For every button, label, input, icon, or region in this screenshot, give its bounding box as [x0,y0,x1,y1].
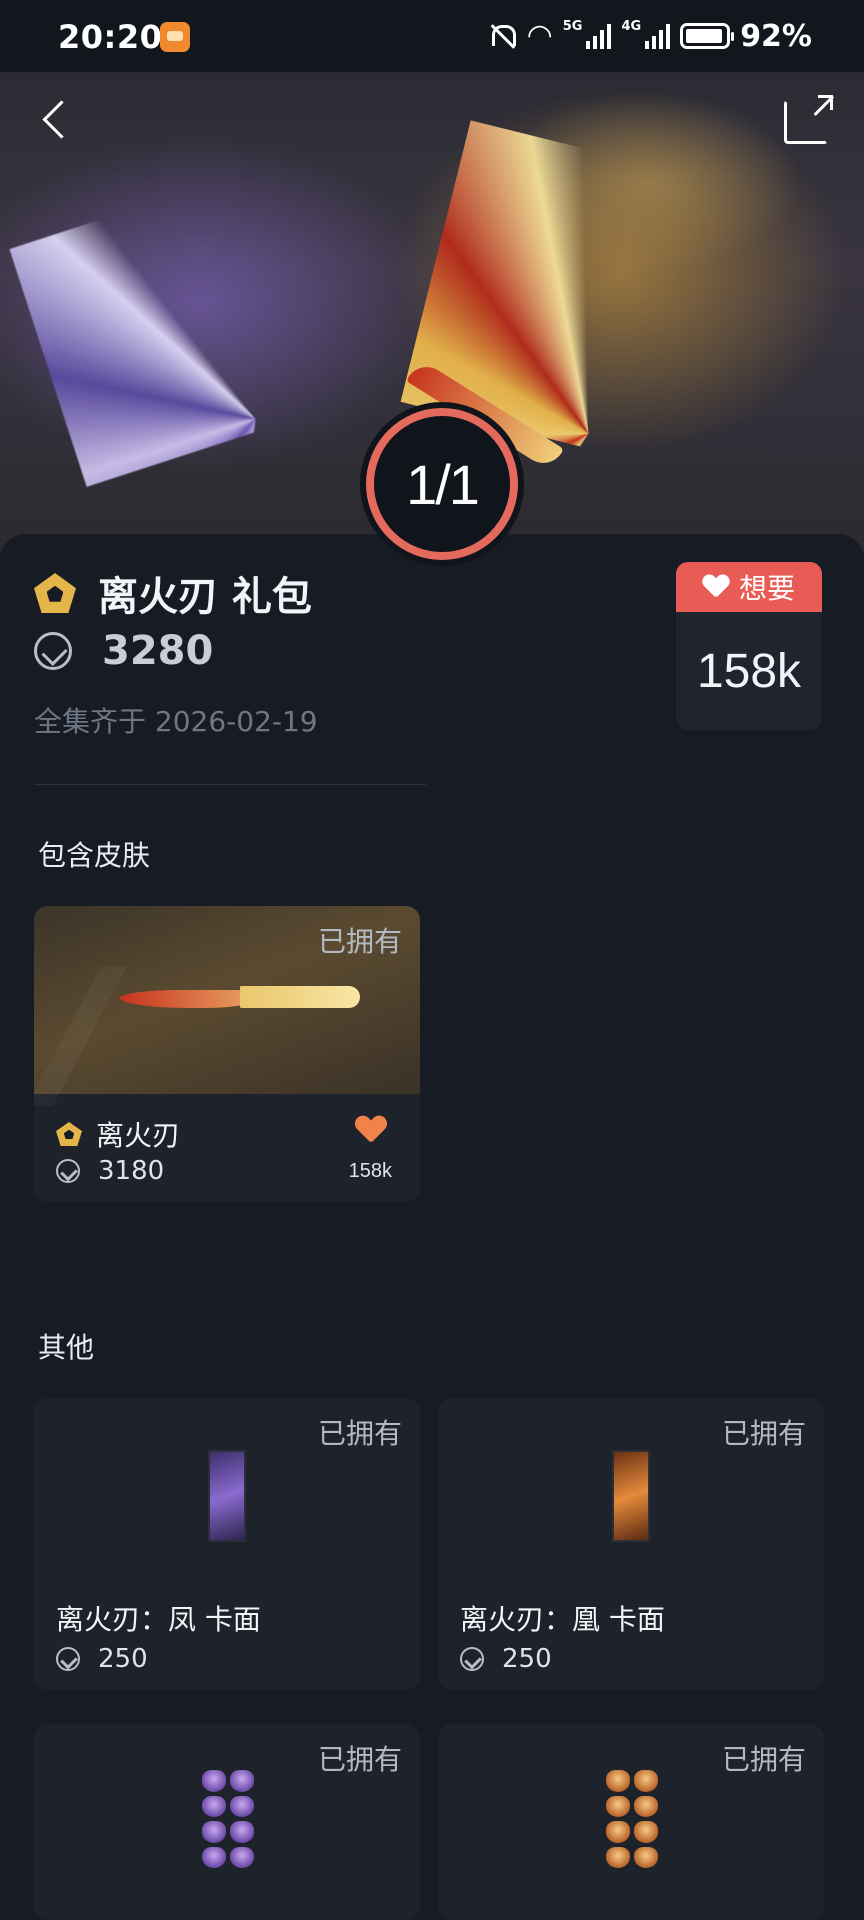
skin-price: 3180 [98,1156,165,1186]
currency-icon [56,1159,80,1183]
bell-muted-icon [487,21,517,51]
want-button[interactable]: 想要 158k [676,562,822,730]
currency-icon [34,632,72,670]
battery-percent: 92% [740,18,812,54]
spray-image [606,1770,658,1868]
release-date: 全集齐于 2026-02-19 [34,705,318,738]
item-price: 250 [502,1644,552,1674]
currency-icon [460,1647,484,1671]
skin-price-row: 3180 [56,1156,164,1186]
skin-info: 离火刃 3180 158k [34,1094,420,1202]
item-price-row: 250 [56,1644,148,1674]
section-title-skins: 包含皮肤 [38,839,151,872]
divider [34,784,426,785]
item-name: 离火刃：凤 卡面 [56,1603,261,1636]
heart-icon [356,1116,386,1144]
status-icons: ◠ 5G 4G 92% [487,16,812,56]
item-card[interactable]: 已拥有 [438,1724,824,1920]
item-name: 离火刃：凰 卡面 [460,1603,665,1636]
heart-icon [703,575,729,599]
section-title-others: 其他 [38,1331,95,1364]
network-5g-label: 5G [562,18,583,34]
wifi-icon: ◠ [526,18,553,53]
like-count: 158k [348,1160,392,1182]
share-icon[interactable] [784,95,833,144]
owned-tag: 已拥有 [317,1743,402,1776]
bundle-name: 离火刃 礼包 [98,574,312,620]
signal-5g-icon [586,23,612,49]
knife-image [120,986,370,1012]
like-button[interactable] [356,1116,386,1148]
page-indicator: 1/1 [366,408,518,560]
skin-name: 离火刃 [96,1119,181,1152]
tier-icon [34,573,76,613]
player-card-image [208,1450,246,1542]
item-card[interactable]: 已拥有 离火刃：凰 卡面 250 [438,1398,824,1690]
owned-tag: 已拥有 [317,1417,402,1450]
app-notification-icon [160,22,190,52]
skin-card[interactable]: 已拥有 离火刃 3180 158k [34,906,420,1202]
hero-fan-purple [9,147,401,487]
bundle-price: 3280 [102,628,214,674]
content-panel: 离火刃 礼包 3280 全集齐于 2026-02-19 想要 158k 包含皮肤… [0,534,864,1920]
bundle-price-row: 3280 [34,628,213,674]
back-icon[interactable] [36,98,80,142]
item-card[interactable]: 已拥有 离火刃：凤 卡面 250 [34,1398,420,1690]
bundle-title-row: 离火刃 礼包 [34,564,312,622]
signal-4g-icon [645,23,671,49]
player-card-image [612,1450,650,1542]
status-bar: 20:20 ◠ 5G 4G 92% [0,0,864,72]
want-count: 158k [696,644,802,698]
want-header: 想要 [676,562,822,612]
network-4g-label: 4G [621,18,642,34]
tier-icon [56,1122,82,1146]
item-card[interactable]: 已拥有 [34,1724,420,1920]
owned-tag: 已拥有 [721,1743,806,1776]
battery-icon [680,23,735,49]
want-label: 想要 [738,572,795,605]
skin-name-row: 离火刃 [56,1114,180,1154]
status-time: 20:20 [58,18,163,56]
owned-tag: 已拥有 [721,1417,806,1450]
currency-icon [56,1647,80,1671]
item-price-row: 250 [460,1644,552,1674]
page-indicator-label: 1/1 [406,452,480,516]
spray-image [202,1770,254,1868]
owned-tag: 已拥有 [317,925,402,958]
item-price: 250 [98,1644,148,1674]
